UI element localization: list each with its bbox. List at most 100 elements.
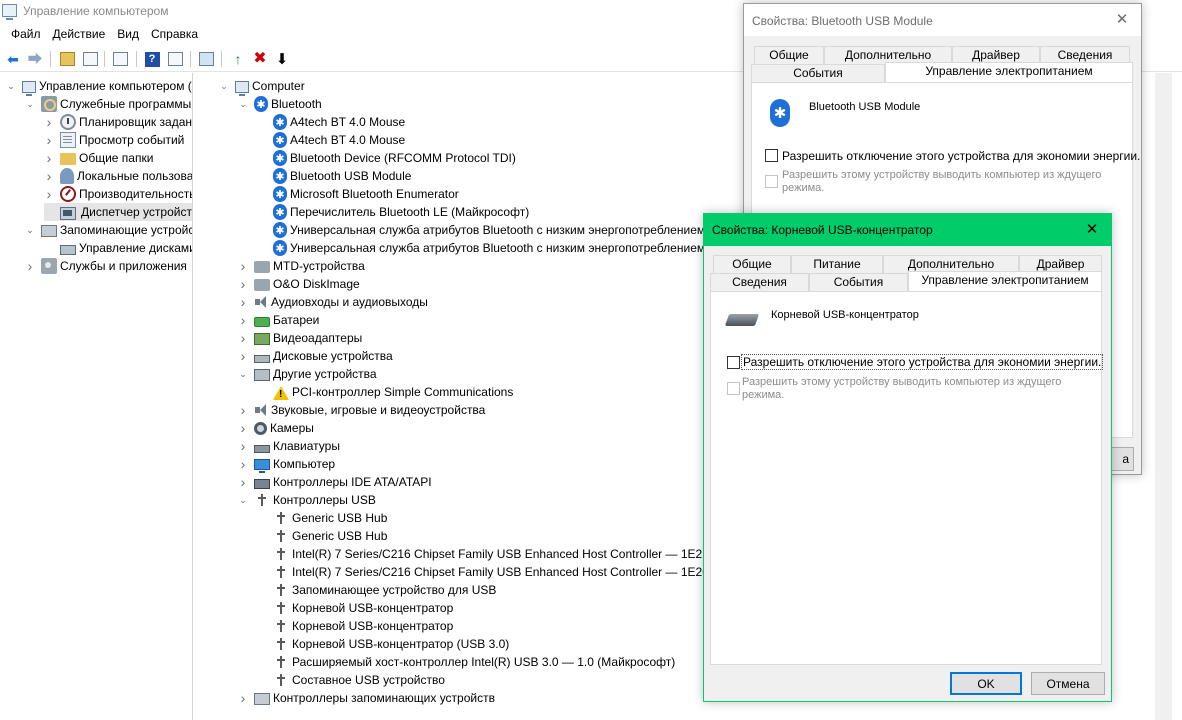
tree-item[interactable]: ✱ A4tech BT 4.0 Mouse	[257, 113, 405, 131]
tree-item[interactable]: › Камеры	[238, 419, 314, 437]
collapse-chevron-icon[interactable]: ⌄	[238, 369, 248, 379]
expand-chevron-icon[interactable]: ›	[44, 186, 54, 202]
tree-item[interactable]: ⌄ Управление компьютером (л	[6, 77, 192, 96]
tab-events[interactable]: События	[809, 273, 908, 291]
expand-chevron-icon[interactable]: ›	[238, 456, 248, 472]
tree-item[interactable]: › MTD-устройства	[238, 257, 365, 275]
back-arrow-icon[interactable]: ⬅	[4, 50, 22, 68]
tree-item[interactable]: › Аудиовходы и аудиовыходы	[238, 293, 428, 311]
tree-item[interactable]: ✱ Универсальная служба атрибутов Bluetoot…	[257, 221, 705, 239]
tree-item[interactable]: › Производительность	[44, 185, 192, 203]
tree-item[interactable]: › Дисковые устройства	[238, 347, 393, 365]
expand-chevron-icon[interactable]: ›	[44, 150, 54, 166]
tree-item[interactable]: Корневой USB-концентратор (USB 3.0)	[257, 635, 509, 653]
tree-item[interactable]: › Компьютер	[238, 455, 335, 473]
allow-power-off-checkbox[interactable]	[765, 149, 778, 162]
action-pane-icon[interactable]	[166, 50, 184, 68]
tree-item[interactable]: ✱ Bluetooth USB Module	[257, 167, 411, 185]
allow-power-off-checkbox[interactable]	[727, 356, 740, 369]
tree-item[interactable]: Generic USB Hub	[257, 509, 387, 527]
tree-item[interactable]: ⌄ Запоминающие устройст	[25, 221, 192, 239]
expand-chevron-icon[interactable]: ›	[238, 402, 248, 418]
monitor-icon[interactable]	[197, 50, 215, 68]
tree-item[interactable]: › Просмотр событий	[44, 131, 184, 149]
collapse-chevron-icon[interactable]: ⌄	[25, 225, 35, 235]
tree-item[interactable]: › Звуковые, игровые и видеоустройства	[238, 401, 486, 419]
tree-item[interactable]: ✱ Универсальная служба атрибутов Bluetoot…	[257, 239, 705, 257]
expand-chevron-icon[interactable]: ›	[25, 258, 35, 274]
tree-item[interactable]: › Общие папки	[44, 149, 154, 167]
tree-item[interactable]: Диспетчер устройств	[44, 203, 192, 221]
tab-details[interactable]: Сведения	[710, 273, 809, 291]
expand-chevron-icon[interactable]: ›	[44, 114, 54, 130]
console-tree[interactable]: ⌄ Управление компьютером (л ⌄ Служебные про…	[0, 73, 193, 720]
tree-item[interactable]: › Службы и приложения	[25, 257, 187, 275]
tree-item[interactable]: ✱ A4tech BT 4.0 Mouse	[257, 131, 405, 149]
tree-item[interactable]: › Клавиатуры	[238, 437, 340, 455]
tree-item[interactable]: Управление дисками	[44, 239, 192, 257]
tree-item[interactable]: ⌄ Другие устройства	[238, 365, 377, 383]
tree-item[interactable]: ✱ Microsoft Bluetooth Enumerator	[257, 185, 459, 203]
tree-item[interactable]: ⌄ Служебные программы	[25, 95, 191, 113]
collapse-chevron-icon[interactable]: ⌄	[6, 81, 16, 91]
tree-item[interactable]: › O&O DiskImage	[238, 275, 360, 293]
expand-chevron-icon[interactable]: ›	[238, 420, 248, 436]
expand-chevron-icon[interactable]: ›	[44, 132, 54, 148]
forward-arrow-icon[interactable]: ⮕	[26, 50, 44, 68]
tree-item[interactable]: › Контроллеры запоминающих устройств	[238, 689, 495, 707]
expand-chevron-icon[interactable]: ›	[238, 276, 248, 292]
uninstall-icon[interactable]: ✖	[251, 50, 269, 68]
menu-view[interactable]: Вид	[111, 24, 145, 44]
tree-item[interactable]: Корневой USB-концентратор	[257, 617, 453, 635]
tree-item[interactable]: › Планировщик заданий	[44, 113, 192, 131]
tab-power-management[interactable]: Управление электропитанием	[885, 62, 1133, 82]
tree-item[interactable]: Запоминающее устройство для USB	[257, 581, 496, 599]
tree-item[interactable]: ⌄ ✱ Bluetooth	[238, 95, 322, 113]
collapse-chevron-icon[interactable]: ⌄	[238, 99, 248, 109]
expand-chevron-icon[interactable]: ›	[238, 474, 248, 490]
cancel-button[interactable]: Отмена	[1031, 672, 1105, 695]
expand-chevron-icon[interactable]: ›	[44, 168, 54, 184]
tree-item[interactable]: Расширяемый хост-контроллер Intel(R) USB…	[257, 653, 675, 671]
main-scrollbar[interactable]	[1155, 73, 1172, 720]
properties-icon[interactable]	[111, 50, 129, 68]
collapse-chevron-icon[interactable]: ⌄	[238, 495, 248, 505]
menu-file[interactable]: Файл	[5, 24, 47, 44]
tree-item[interactable]: ✱ Перечислитель Bluetooth LE (Майкрософт)	[257, 203, 529, 221]
tab-power-management[interactable]: Управление электропитанием	[908, 271, 1102, 291]
update-driver-icon[interactable]: ↑	[229, 50, 247, 68]
tab-power[interactable]: Питание	[791, 255, 883, 273]
tree-item[interactable]: Generic USB Hub	[257, 527, 387, 545]
expand-chevron-icon[interactable]: ›	[238, 312, 248, 328]
tree-item[interactable]: › Контроллеры IDE ATA/ATAPI	[238, 473, 432, 491]
ok-button[interactable]: OK	[950, 672, 1022, 695]
expand-chevron-icon[interactable]: ›	[238, 690, 248, 706]
disable-device-icon[interactable]: ⬇	[273, 50, 291, 68]
tab-general[interactable]: Общие	[754, 46, 824, 64]
tree-item[interactable]: ✱ Bluetooth Device (RFCOMM Protocol TDI)	[257, 149, 516, 167]
help-icon[interactable]: ?	[143, 50, 161, 68]
tab-general[interactable]: Общие	[713, 255, 791, 273]
expand-chevron-icon[interactable]: ›	[238, 294, 248, 310]
show-tree-icon[interactable]	[81, 50, 99, 68]
up-folder-icon[interactable]	[58, 50, 76, 68]
tree-item[interactable]: › Видеоадаптеры	[238, 329, 363, 347]
tree-item[interactable]: › Батареи	[238, 311, 320, 329]
collapse-chevron-icon[interactable]: ⌄	[219, 81, 229, 91]
menu-action[interactable]: Действие	[47, 24, 112, 44]
tree-item[interactable]: PCI-контроллер Simple Communications	[257, 383, 513, 401]
expand-chevron-icon[interactable]: ›	[238, 348, 248, 364]
close-icon[interactable]: ✕	[1103, 4, 1141, 34]
tree-item[interactable]: Составное USB устройство	[257, 671, 445, 689]
tree-item[interactable]: Intel(R) 7 Series/C216 Chipset Family US…	[257, 563, 709, 581]
expand-chevron-icon[interactable]: ›	[238, 330, 248, 346]
tab-events[interactable]: События	[751, 64, 885, 82]
tree-item[interactable]: › Локальные пользовате	[44, 167, 192, 185]
menu-help[interactable]: Справка	[145, 24, 204, 44]
tree-item[interactable]: ⌄ Контроллеры USB	[238, 491, 376, 509]
tree-item[interactable]: Intel(R) 7 Series/C216 Chipset Family US…	[257, 545, 711, 563]
close-icon[interactable]: ✕	[1073, 214, 1111, 244]
expand-chevron-icon[interactable]: ›	[238, 438, 248, 454]
tree-item[interactable]: Корневой USB-концентратор	[257, 599, 453, 617]
tree-item[interactable]: ⌄ Computer	[219, 77, 305, 96]
